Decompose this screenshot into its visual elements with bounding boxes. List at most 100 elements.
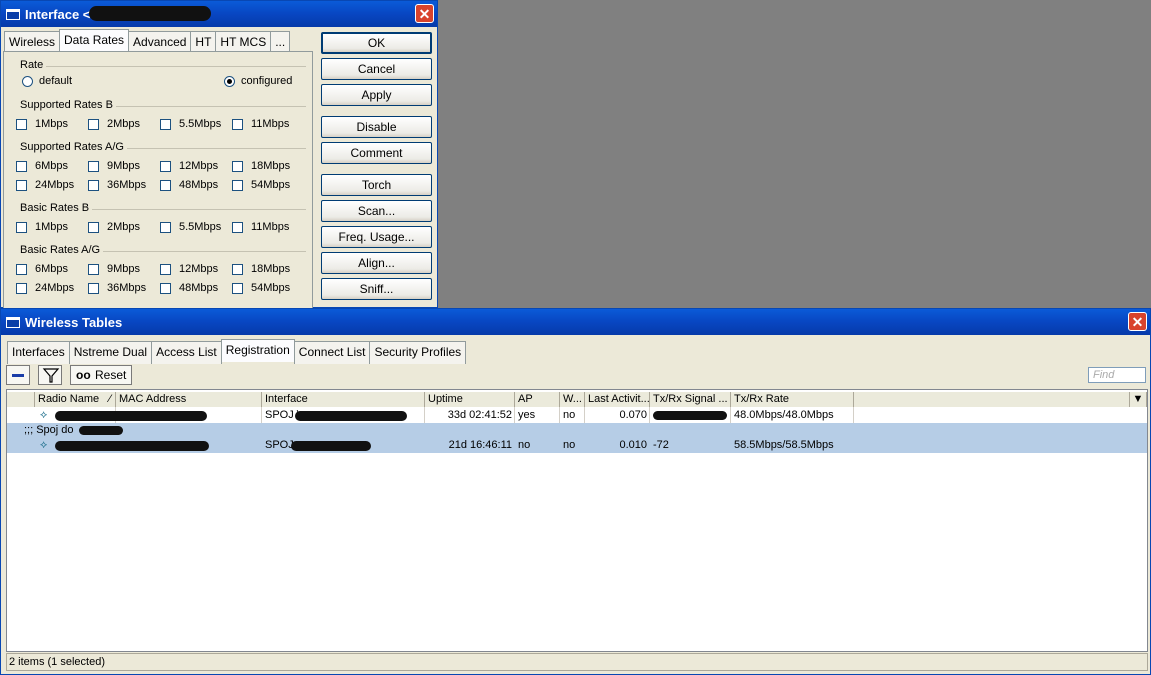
find-input[interactable]: Find bbox=[1088, 367, 1146, 383]
close-icon[interactable]: ✕ bbox=[1128, 312, 1147, 331]
checkbox-basic-b-5[interactable]: 5.5Mbps bbox=[160, 221, 221, 233]
tab-nstreme-dual[interactable]: Nstreme Dual bbox=[68, 341, 153, 364]
column-header-ap[interactable]: AP bbox=[515, 392, 560, 407]
radio-default-icon bbox=[22, 75, 33, 87]
sort-icon: ⁄ bbox=[109, 393, 111, 405]
checkbox-sup-b-11[interactable]: 11Mbps bbox=[232, 118, 289, 130]
cell-rate: 58.5Mbps/58.5Mbps bbox=[734, 439, 834, 451]
redacted-block bbox=[295, 411, 407, 421]
column-menu-icon[interactable]: ▼ bbox=[1130, 392, 1147, 407]
registration-table: Radio Name ⁄ MAC Address Interface Uptim… bbox=[6, 389, 1148, 652]
checkbox-basic-ag-18[interactable]: 18Mbps bbox=[232, 263, 290, 275]
interface-titlebar[interactable]: Interface < ✕ bbox=[1, 1, 437, 27]
minus-icon bbox=[12, 374, 24, 377]
checkbox-sup-ag-12[interactable]: 12Mbps bbox=[160, 160, 218, 172]
cell-w: no bbox=[563, 439, 576, 451]
checkbox-basic-ag-24[interactable]: 24Mbps bbox=[16, 282, 74, 294]
scan-button[interactable]: Scan... bbox=[321, 200, 432, 222]
radio-configured[interactable]: configured bbox=[224, 75, 292, 87]
cancel-button[interactable]: Cancel bbox=[321, 58, 432, 80]
table-row[interactable]: ⟡ SPOJ \ 33d 02:41:52 yes no 0.070 48.0M… bbox=[7, 408, 1147, 423]
checkbox-basic-ag-48[interactable]: 48Mbps bbox=[160, 282, 218, 294]
radio-configured-icon bbox=[224, 75, 235, 87]
cell-ap: no bbox=[518, 439, 531, 451]
redacted-block bbox=[55, 441, 209, 451]
apply-button[interactable]: Apply bbox=[321, 84, 432, 106]
window-icon bbox=[6, 9, 20, 20]
registration-icon: ⟡ bbox=[40, 409, 48, 421]
checkbox-sup-b-1[interactable]: 1Mbps bbox=[16, 118, 68, 130]
column-header-uptime[interactable]: Uptime bbox=[425, 392, 515, 407]
table-row-comment[interactable]: ;;; Spoj do bbox=[7, 423, 1147, 438]
tab-registration[interactable]: Registration bbox=[220, 339, 295, 362]
cell-uptime: 33d 02:41:52 bbox=[447, 409, 512, 421]
filter-button[interactable] bbox=[38, 365, 62, 385]
checkbox-sup-b-5[interactable]: 5.5Mbps bbox=[160, 118, 221, 130]
cell-w: no bbox=[563, 409, 576, 421]
tab-interfaces[interactable]: Interfaces bbox=[7, 341, 70, 364]
tab-security-profiles[interactable]: Security Profiles bbox=[369, 341, 467, 364]
checkbox-basic-b-1[interactable]: 1Mbps bbox=[16, 221, 68, 233]
checkbox-sup-ag-48[interactable]: 48Mbps bbox=[160, 179, 218, 191]
column-header-w[interactable]: W... bbox=[560, 392, 585, 407]
redacted-block bbox=[79, 426, 123, 435]
checkbox-sup-ag-9[interactable]: 9Mbps bbox=[88, 160, 140, 172]
column-header-icon bbox=[7, 392, 35, 407]
wireless-tables-title: Wireless Tables bbox=[25, 315, 123, 330]
radio-default[interactable]: default bbox=[22, 75, 72, 87]
column-header-interface[interactable]: Interface bbox=[262, 392, 425, 407]
comment-button[interactable]: Comment bbox=[321, 142, 432, 164]
checkbox-sup-ag-6[interactable]: 6Mbps bbox=[16, 160, 68, 172]
tab-access-list[interactable]: Access List bbox=[151, 341, 222, 364]
column-header-mac-address[interactable]: MAC Address bbox=[116, 392, 262, 407]
redacted-block bbox=[653, 411, 727, 420]
ok-button[interactable]: OK bbox=[321, 32, 432, 54]
group-basic-b: Basic Rates B bbox=[10, 202, 306, 214]
checkbox-basic-ag-54[interactable]: 54Mbps bbox=[232, 282, 290, 294]
registration-icon: ⟡ bbox=[40, 439, 48, 451]
group-supported-b: Supported Rates B bbox=[10, 99, 306, 111]
close-icon[interactable]: ✕ bbox=[415, 4, 434, 23]
column-header-rate[interactable]: Tx/Rx Rate bbox=[731, 392, 854, 407]
column-header-signal[interactable]: Tx/Rx Signal ... bbox=[650, 392, 731, 407]
reset-button[interactable]: oo Reset bbox=[70, 365, 132, 385]
filter-icon bbox=[42, 368, 60, 383]
sniff-button[interactable]: Sniff... bbox=[321, 278, 432, 300]
tab-data-rates[interactable]: Data Rates bbox=[59, 29, 130, 52]
tab-connect-list[interactable]: Connect List bbox=[293, 341, 371, 364]
redacted-block bbox=[291, 441, 371, 451]
checkbox-sup-b-2[interactable]: 2Mbps bbox=[88, 118, 140, 130]
status-bar: 2 items (1 selected) bbox=[6, 653, 1148, 671]
column-header-last-activity[interactable]: Last Activit... bbox=[585, 392, 650, 407]
checkbox-basic-b-11[interactable]: 11Mbps bbox=[232, 221, 289, 233]
table-row[interactable]: ⟡ SPOJ 21d 16:46:11 no no 0.010 -72 58.5… bbox=[7, 438, 1147, 453]
freq-usage-button[interactable]: Freq. Usage... bbox=[321, 226, 432, 248]
remove-button[interactable] bbox=[6, 365, 30, 385]
checkbox-basic-ag-12[interactable]: 12Mbps bbox=[160, 263, 218, 275]
disable-button[interactable]: Disable bbox=[321, 116, 432, 138]
wireless-tabs: Interfaces Nstreme Dual Access List Regi… bbox=[7, 339, 467, 364]
checkbox-basic-ag-36[interactable]: 36Mbps bbox=[88, 282, 146, 294]
cell-signal: -72 bbox=[653, 439, 669, 451]
redacted-block bbox=[89, 6, 211, 21]
wireless-tables-window: Wireless Tables ✕ Interfaces Nstreme Dua… bbox=[0, 308, 1151, 675]
checkbox-basic-ag-6[interactable]: 6Mbps bbox=[16, 263, 68, 275]
checkbox-sup-ag-18[interactable]: 18Mbps bbox=[232, 160, 290, 172]
data-rates-panel: Rate default configured Supported Rates … bbox=[3, 51, 313, 311]
column-header-radio-name[interactable]: Radio Name ⁄ bbox=[35, 392, 116, 407]
group-basic-ag: Basic Rates A/G bbox=[10, 244, 306, 256]
wireless-tables-titlebar[interactable]: Wireless Tables ✕ bbox=[1, 309, 1150, 335]
cell-ap: yes bbox=[518, 409, 536, 421]
reset-label: Reset bbox=[95, 368, 127, 382]
checkbox-basic-ag-9[interactable]: 9Mbps bbox=[88, 263, 140, 275]
checkbox-sup-ag-24[interactable]: 24Mbps bbox=[16, 179, 74, 191]
checkbox-sup-ag-54[interactable]: 54Mbps bbox=[232, 179, 290, 191]
align-button[interactable]: Align... bbox=[321, 252, 432, 274]
torch-button[interactable]: Torch bbox=[321, 174, 432, 196]
group-supported-ag: Supported Rates A/G bbox=[10, 141, 306, 153]
window-icon bbox=[6, 317, 20, 328]
group-rate: Rate bbox=[10, 59, 306, 71]
checkbox-sup-ag-36[interactable]: 36Mbps bbox=[88, 179, 146, 191]
checkbox-basic-b-2[interactable]: 2Mbps bbox=[88, 221, 140, 233]
interface-window: Interface < ✕ Wireless Data Rates Advanc… bbox=[0, 0, 438, 311]
